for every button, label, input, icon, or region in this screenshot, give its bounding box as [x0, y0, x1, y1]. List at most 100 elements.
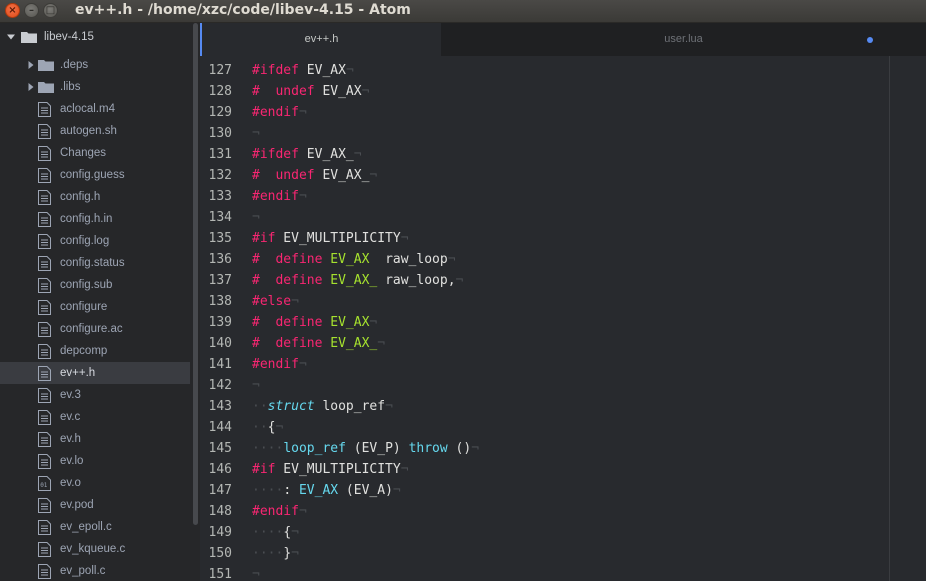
line-number: 151 — [208, 567, 232, 581]
code-token: EV_AX_ — [314, 168, 370, 183]
file-text-icon — [38, 344, 51, 359]
line-number: 148 — [208, 504, 232, 519]
tree-file-item[interactable]: ev.lo — [0, 450, 190, 472]
code-token: #endif — [252, 357, 299, 372]
tree-file-item[interactable]: ev.3 — [0, 384, 190, 406]
tree-item-label: aclocal.m4 — [60, 103, 115, 115]
line-number: 138 — [208, 294, 232, 309]
code-line: ····{¬ — [252, 522, 299, 543]
code-token: # — [252, 252, 260, 267]
line-number: 144 — [208, 420, 232, 435]
tree-folder-item[interactable]: .libs — [0, 76, 190, 98]
tree-file-item[interactable]: ev.pod — [0, 494, 190, 516]
tree-item-label: ev.o — [60, 477, 81, 489]
line-number: 130 — [208, 126, 232, 141]
line-number: 134 — [208, 210, 232, 225]
tree-item-label: ev_poll.c — [60, 565, 106, 577]
file-text-icon — [38, 278, 51, 293]
code-line: ¬ — [252, 375, 260, 396]
code-line: ··struct loop_ref¬ — [252, 396, 393, 417]
tree-file-item[interactable]: config.h.in — [0, 208, 190, 230]
tree-folder-item[interactable]: .deps — [0, 54, 190, 76]
code-token: ¬ — [291, 525, 299, 540]
line-number: 136 — [208, 252, 232, 267]
tree-item-label: Changes — [60, 147, 107, 159]
file-text-icon — [38, 454, 51, 469]
tree-file-item[interactable]: config.h — [0, 186, 190, 208]
tree-file-item[interactable]: ev_poll.c — [0, 560, 190, 581]
file-text-icon — [38, 168, 51, 183]
maximize-window-button[interactable]: □ — [43, 3, 58, 18]
tree-item-label: configure.ac — [60, 323, 123, 335]
tree-file-item[interactable]: depcomp — [0, 340, 190, 362]
tree-item-label: configure — [60, 301, 108, 313]
tree-root-label: libev-4.15 — [44, 31, 94, 43]
code-line: # define EV_AX_¬ — [252, 333, 385, 354]
tree-file-item[interactable]: configure — [0, 296, 190, 318]
tree-item-label: config.log — [60, 235, 110, 247]
code-token: ···· — [252, 525, 284, 540]
code-token: #endif — [252, 189, 299, 204]
tree-file-item[interactable]: ev.h — [0, 428, 190, 450]
code-line: # undef EV_AX_¬ — [252, 165, 377, 186]
code-line: # undef EV_AX¬ — [252, 81, 369, 102]
line-number: 150 — [208, 546, 232, 561]
code-editor[interactable]: 127 128 129 130 131 132 133 134 135 136 137 138 139 1… — [200, 56, 926, 581]
code-token: ¬ — [252, 567, 260, 581]
tree-file-item[interactable]: ev.c — [0, 406, 190, 428]
folder-icon — [21, 32, 37, 43]
tree-item-label: config.guess — [60, 169, 125, 181]
file-text-icon — [38, 388, 51, 403]
tree-item-label: config.h.in — [60, 213, 113, 225]
tree-file-item[interactable]: config.guess — [0, 164, 190, 186]
tree-file-item[interactable]: ev_epoll.c — [0, 516, 190, 538]
folder-icon — [38, 82, 54, 93]
tree-file-item[interactable]: autogen.sh — [0, 120, 190, 142]
tree-scrollbar[interactable] — [193, 23, 198, 525]
tree-item-label: ev_epoll.c — [60, 521, 112, 533]
code-token: ¬ — [275, 420, 284, 435]
line-number: 143 — [208, 399, 232, 414]
code-line: #if EV_MULTIPLICITY¬ — [252, 228, 409, 249]
line-number: 131 — [208, 147, 232, 162]
code-token: undef — [275, 168, 315, 183]
line-number: 146 — [208, 462, 232, 477]
file-text-icon — [38, 234, 51, 249]
tab-ev-h[interactable]: ev++.h — [200, 23, 441, 56]
code-token: # — [252, 84, 260, 99]
code-token: #if — [252, 462, 276, 477]
line-number: 137 — [208, 273, 232, 288]
tree-item-label: config.h — [60, 191, 101, 203]
file-text-icon — [38, 146, 51, 161]
chevron-down-icon — [7, 34, 15, 40]
tree-file-item[interactable]: ev_kqueue.c — [0, 538, 190, 560]
tree-file-item[interactable]: ev++.h — [0, 362, 190, 384]
tab-label: ev++.h — [304, 33, 339, 45]
code-token: loop_ref — [283, 441, 346, 456]
tree-file-item[interactable]: config.sub — [0, 274, 190, 296]
svg-text:01: 01 — [40, 482, 48, 489]
tree-file-item[interactable]: Changes — [0, 142, 190, 164]
tree-file-item[interactable]: config.status — [0, 252, 190, 274]
code-token: define — [275, 252, 323, 267]
close-window-button[interactable]: × — [5, 3, 20, 18]
minimize-window-button[interactable]: – — [24, 3, 39, 18]
tree-item-label: depcomp — [60, 345, 108, 357]
code-token: ·· — [252, 399, 268, 414]
code-line: #ifdef EV_AX_¬ — [252, 144, 362, 165]
tree-root-folder[interactable]: libev-4.15 — [0, 26, 190, 48]
code-line: #ifdef EV_AX¬ — [252, 60, 354, 81]
code-line: #if EV_MULTIPLICITY¬ — [252, 459, 409, 480]
tree-file-item[interactable]: configure.ac — [0, 318, 190, 340]
code-token: (EV_P) — [345, 441, 409, 456]
code-token: ···· — [252, 546, 284, 561]
tab-user-lua[interactable]: user.lua — [441, 23, 926, 56]
tree-file-item[interactable]: config.log — [0, 230, 190, 252]
tree-item-label: ev.3 — [60, 389, 81, 401]
file-text-icon — [38, 366, 51, 381]
file-text-icon — [38, 322, 51, 337]
tree-file-item[interactable]: 01 ev.o — [0, 472, 190, 494]
window-title: ev++.h - /home/xzc/code/libev-4.15 - Ato… — [75, 2, 411, 18]
tree-file-item[interactable]: aclocal.m4 — [0, 98, 190, 120]
